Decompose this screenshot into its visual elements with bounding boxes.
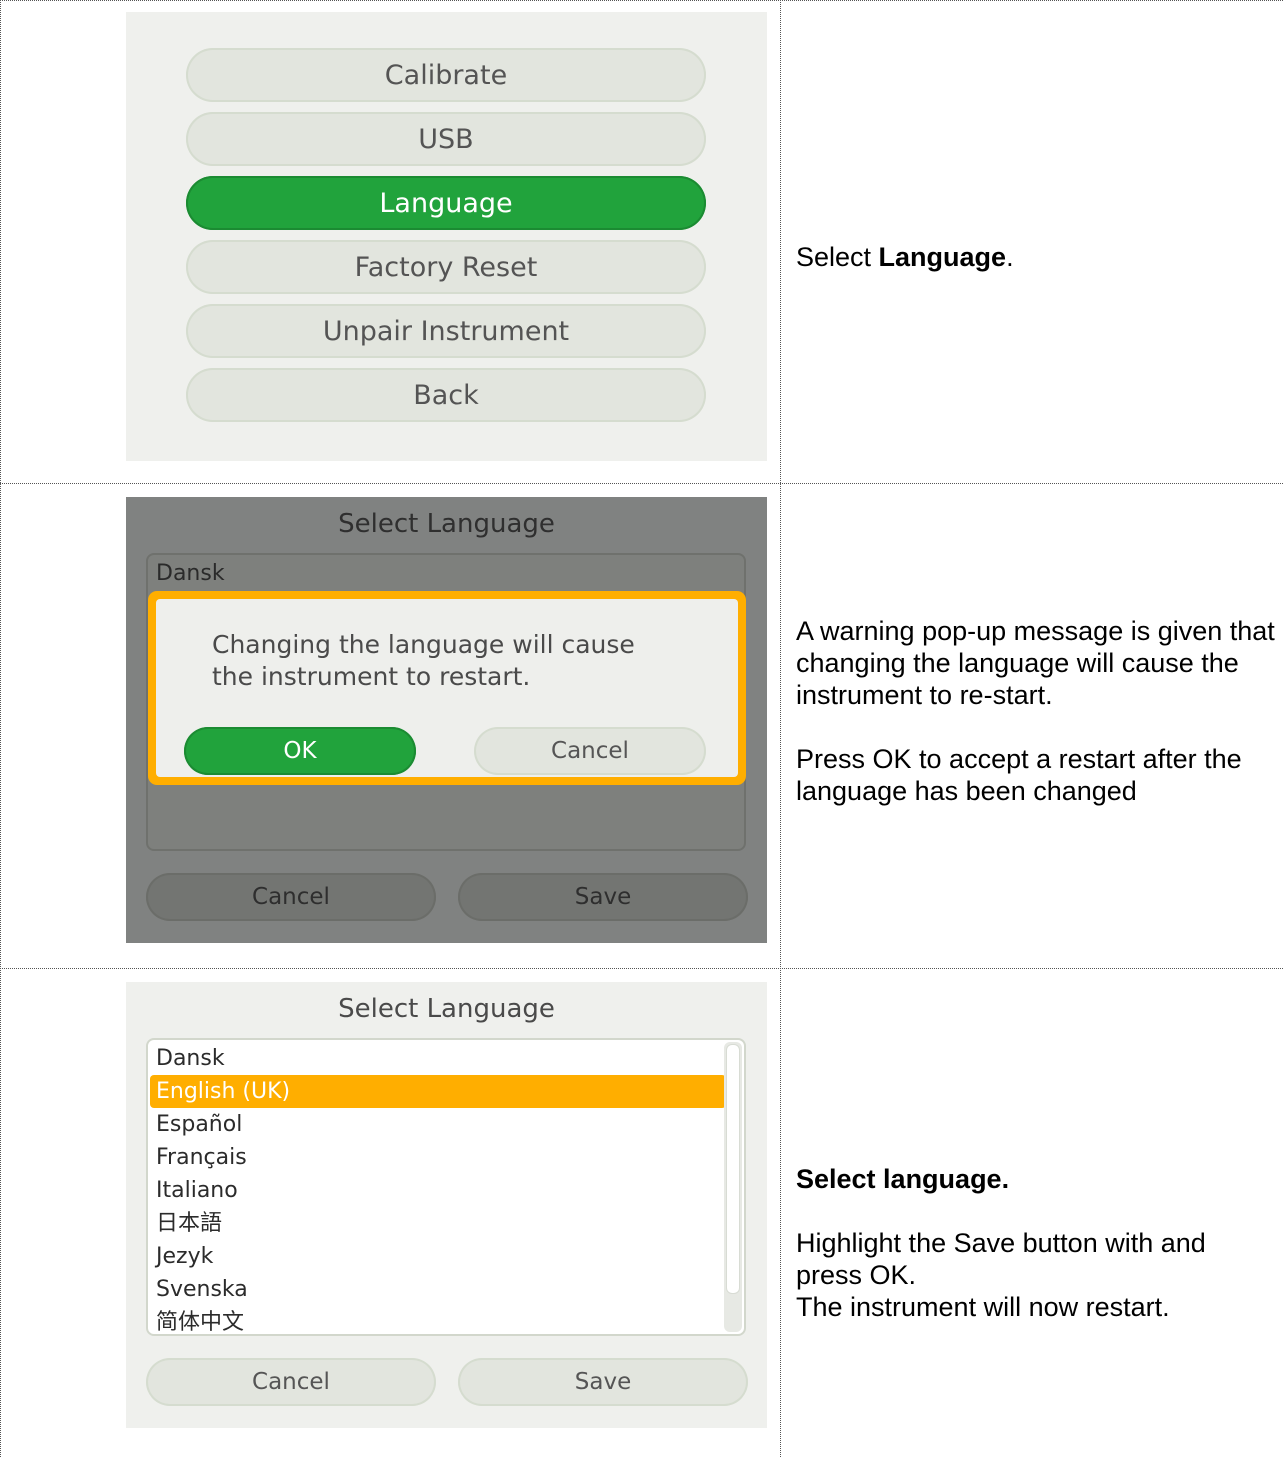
language-item-espanol[interactable]: Español <box>154 1108 242 1141</box>
dialog-cancel-button[interactable]: Cancel <box>474 727 706 775</box>
ok-description: Press OK to accept a restart after the l… <box>796 744 1242 806</box>
language-item-chinese[interactable]: 简体中文 <box>154 1306 244 1334</box>
ok-button[interactable]: OK <box>184 727 416 775</box>
cancel-button-dimmed: Cancel <box>146 873 436 921</box>
language-item-japanese[interactable]: 日本語 <box>154 1207 222 1240</box>
warning-dialog: Changing the language will cause the ins… <box>148 591 746 785</box>
row3-paragraph-1: Highlight the Save button with and press… <box>796 1228 1206 1290</box>
language-item-jezyk[interactable]: Jezyk <box>154 1240 213 1273</box>
table-row-divider-2 <box>0 968 1283 969</box>
table-border-middle <box>780 0 781 1457</box>
warning-dialog-screen: Select Language Dansk Cancel Save Changi… <box>126 497 767 943</box>
language-item-dansk[interactable]: Dansk <box>154 1042 225 1075</box>
back-button[interactable]: Back <box>186 368 706 422</box>
language-item-francais[interactable]: Français <box>154 1141 247 1174</box>
row3-heading: Select language. <box>796 1164 1010 1194</box>
language-item-italiano[interactable]: Italiano <box>154 1174 238 1207</box>
language-item-svenska[interactable]: Svenska <box>154 1273 248 1306</box>
table-border-left <box>0 0 1 1457</box>
list-item: Dansk <box>156 561 225 586</box>
language-list[interactable]: Dansk English (UK) Español Français Ital… <box>146 1038 746 1336</box>
usb-button[interactable]: USB <box>186 112 706 166</box>
calibrate-button[interactable]: Calibrate <box>186 48 706 102</box>
save-button[interactable]: Save <box>458 1358 748 1406</box>
instruction-prefix: Select <box>796 242 879 272</box>
row3-paragraph-2: The instrument will now restart. <box>796 1292 1170 1322</box>
cancel-button[interactable]: Cancel <box>146 1358 436 1406</box>
screen-title: Select Language <box>338 509 555 539</box>
warning-message: Changing the language will cause the ins… <box>212 630 635 691</box>
unpair-instrument-button[interactable]: Unpair Instrument <box>186 304 706 358</box>
table-row-divider-1 <box>0 483 1283 484</box>
settings-menu-screen: Calibrate USB Language Factory Reset Unp… <box>126 12 767 461</box>
list-scrollbar[interactable] <box>724 1042 742 1332</box>
language-item-english-uk[interactable]: English (UK) <box>150 1075 726 1108</box>
factory-reset-button[interactable]: Factory Reset <box>186 240 706 294</box>
select-language-screen: Select Language Dansk English (UK) Españ… <box>126 982 767 1428</box>
language-button[interactable]: Language <box>186 176 706 230</box>
row1-instruction: Select Language. <box>796 241 1276 273</box>
screen-title: Select Language <box>338 994 555 1024</box>
row3-instruction: Select language. Highlight the Save butt… <box>796 1163 1276 1323</box>
table-border-top <box>0 0 1283 1</box>
warning-dialog-body: Changing the language will cause the ins… <box>156 599 738 777</box>
instruction-bold: Language <box>878 242 1007 272</box>
scrollbar-thumb[interactable] <box>726 1044 740 1294</box>
row2-instruction: A warning pop-up message is given that c… <box>796 615 1276 807</box>
instruction-suffix: . <box>1006 242 1014 272</box>
warning-description: A warning pop-up message is given that c… <box>796 616 1275 710</box>
save-button-dimmed: Save <box>458 873 748 921</box>
